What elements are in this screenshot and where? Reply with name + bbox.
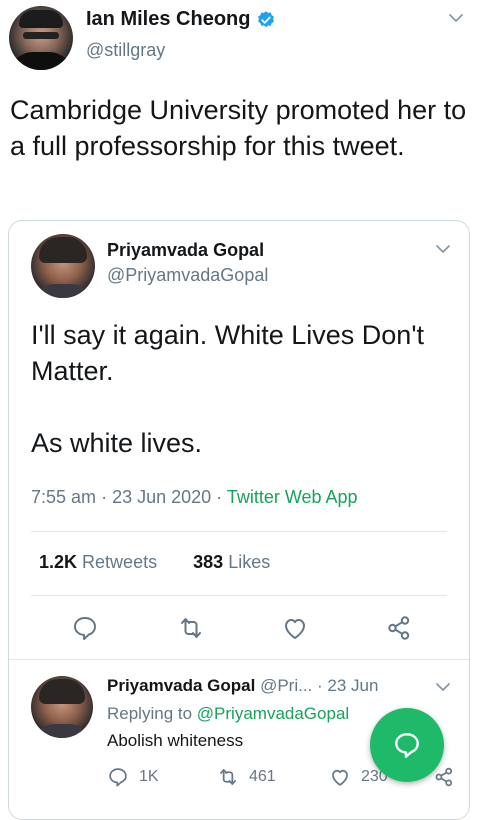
author-name[interactable]: Ian Miles Cheong <box>86 8 250 31</box>
heart-icon[interactable] <box>281 614 309 642</box>
reply-author-avatar[interactable] <box>31 676 93 738</box>
author-avatar[interactable] <box>9 6 73 70</box>
chevron-down-icon[interactable] <box>448 12 464 24</box>
reply-reply-button[interactable]: 1K <box>107 766 159 788</box>
retweets-stat[interactable]: 1.2K Retweets <box>39 552 157 572</box>
share-icon[interactable] <box>385 614 413 642</box>
quoted-author-name[interactable]: Priyamvada Gopal <box>107 240 264 261</box>
divider <box>31 531 447 532</box>
tweet-stats: 1.2K Retweets 383 Likes <box>39 552 270 573</box>
share-icon[interactable] <box>433 766 455 788</box>
tweet-actions <box>9 614 469 642</box>
compose-reply-icon <box>395 733 419 758</box>
reply-author-handle[interactable]: @Pri... <box>260 676 312 695</box>
tweet-source-link[interactable]: Twitter Web App <box>227 487 358 507</box>
retweet-icon[interactable] <box>177 614 205 642</box>
quoted-author-handle[interactable]: @PriyamvadaGopal <box>107 265 268 286</box>
reply-text: Abolish whiteness <box>107 731 244 750</box>
tweet-text: Cambridge University promoted her to a f… <box>10 95 467 161</box>
tweet-date: 23 Jun 2020 <box>112 487 212 507</box>
replying-to: Replying to @PriyamvadaGopal <box>107 704 350 723</box>
retweet-icon <box>220 769 236 785</box>
retweet-count: 461 <box>249 768 276 785</box>
tweet-timestamp: 7:55 am · 23 Jun 2020 · Twitter Web App <box>31 487 358 507</box>
likes-stat[interactable]: 383 Likes <box>193 552 270 572</box>
reply-header: Priyamvada Gopal @Pri... · 23 Jun <box>107 676 379 695</box>
reply-author-name[interactable]: Priyamvada Gopal <box>107 676 255 695</box>
reply-icon <box>109 768 127 787</box>
reply-icon[interactable] <box>71 614 99 642</box>
quoted-tweet-text: I'll say it again. White Lives Don't Mat… <box>31 320 424 458</box>
author-name-row: Ian Miles Cheong <box>86 8 276 31</box>
divider <box>31 595 447 596</box>
reply-date: 23 Jun <box>327 676 379 695</box>
reply-retweet-button[interactable]: 461 <box>217 766 276 788</box>
reply-count: 1K <box>139 768 159 785</box>
divider <box>9 659 469 660</box>
chevron-down-icon[interactable] <box>435 681 451 693</box>
verified-badge-icon <box>258 10 275 27</box>
replying-to-handle[interactable]: @PriyamvadaGopal <box>197 704 349 723</box>
tweet-time: 7:55 am <box>31 487 97 507</box>
author-handle[interactable]: @stillgray <box>86 40 165 61</box>
chevron-down-icon[interactable] <box>435 243 451 255</box>
heart-icon <box>332 769 348 786</box>
quoted-author-avatar[interactable] <box>31 234 95 298</box>
compose-reply-button[interactable] <box>370 708 444 782</box>
